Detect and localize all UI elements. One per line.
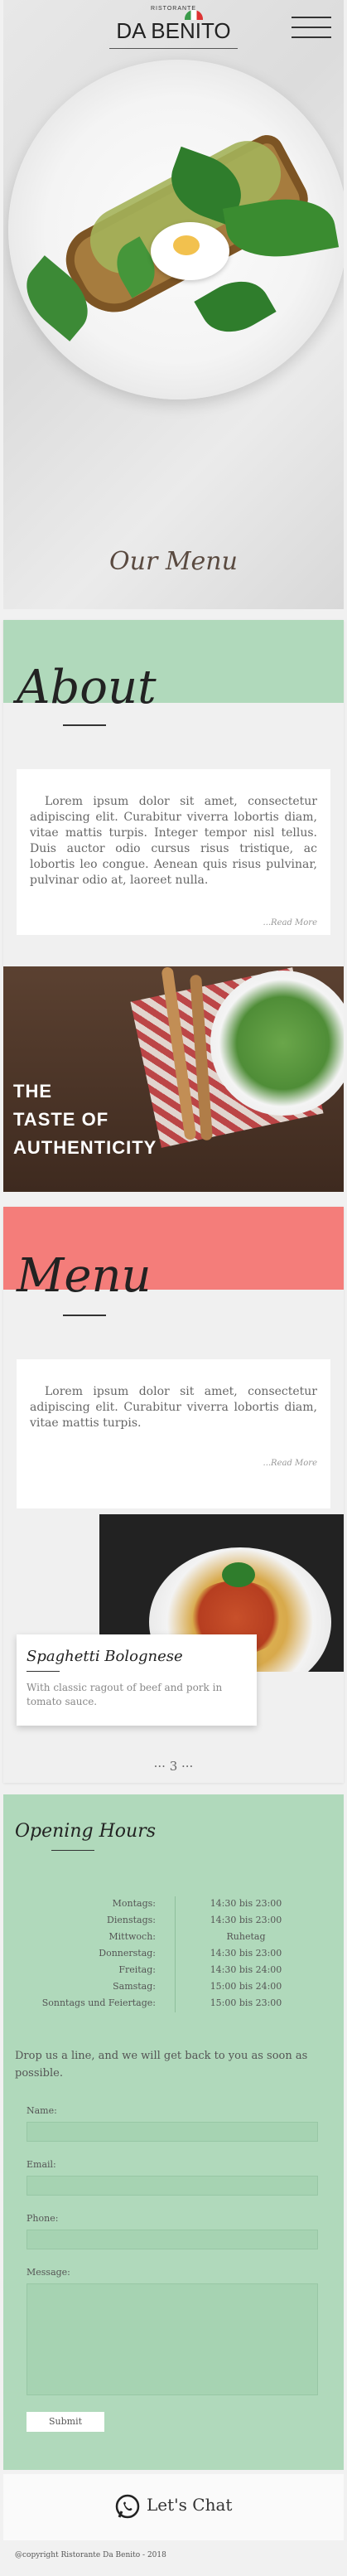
menu-title: Menu — [17, 1249, 152, 1303]
message-textarea[interactable] — [27, 2283, 318, 2395]
menu-text: Lorem ipsum dolor sit amet, consectetur … — [30, 1385, 317, 1430]
hours-time: Ruhetag — [226, 1931, 266, 1942]
dish-card[interactable]: Spaghetti Bolognese With classic ragout … — [17, 1634, 257, 1726]
about-title: About — [17, 661, 157, 714]
hours-time: 14:30 bis 24:00 — [210, 1964, 282, 1975]
phone-input[interactable] — [27, 2230, 318, 2249]
hours-day: Dienstags: — [107, 1915, 156, 1925]
hours-time: 15:00 bis 24:00 — [210, 1981, 282, 1992]
page: RISTORANTE DA BENITO Our Menu About Lore… — [0, 0, 347, 2576]
opening-hours-title: Opening Hours — [15, 1821, 156, 1842]
hours-time: 14:30 bis 23:00 — [210, 1948, 282, 1959]
email-input[interactable] — [27, 2176, 318, 2196]
hero-title: Our Menu — [109, 547, 238, 576]
menu-pager[interactable]: ··· 3 ··· — [0, 1759, 347, 1774]
about-text-card: Lorem ipsum dolor sit amet, consectetur … — [17, 769, 330, 935]
menu-read-more-link[interactable]: ...Read More — [263, 1459, 317, 1468]
hours-time: 14:30 bis 23:00 — [210, 1915, 282, 1925]
submit-button[interactable]: Submit — [27, 2412, 104, 2432]
contact-intro: Drop us a line, and we will get back to … — [15, 2050, 308, 2080]
dish-name: Spaghetti Bolognese — [27, 1648, 183, 1665]
menu-text-card: Lorem ipsum dolor sit amet, consectetur … — [17, 1359, 330, 1508]
about-text: Lorem ipsum dolor sit amet, consectetur … — [30, 795, 317, 887]
hours-time: 15:00 bis 23:00 — [210, 1997, 282, 2008]
footer-copyright: @copyright Ristorante Da Benito - 2018 — [15, 2551, 166, 2559]
email-label: Email: — [27, 2159, 56, 2170]
dish-description: With classic ragout of beef and pork in … — [27, 1682, 223, 1707]
chat-label[interactable]: Let's Chat — [147, 2495, 232, 2515]
phone-label: Phone: — [27, 2213, 59, 2224]
hero-section — [3, 0, 344, 609]
hours-day: Samstag: — [113, 1981, 156, 1992]
hours-day: Sonntags und Feiertage: — [41, 1997, 156, 2008]
taste-heading: THE TASTE OF AUTHENTICITY — [13, 1081, 157, 1158]
hours-day: Freitag: — [118, 1964, 156, 1975]
message-label: Message: — [27, 2267, 70, 2278]
hours-day: Montags: — [112, 1898, 156, 1909]
hamburger-menu-icon[interactable] — [292, 17, 331, 41]
hours-time: 14:30 bis 23:00 — [210, 1898, 282, 1909]
about-read-more-link[interactable]: ...Read More — [263, 918, 317, 927]
name-input[interactable] — [27, 2122, 318, 2142]
whatsapp-icon[interactable] — [114, 2493, 141, 2520]
brand-small: RISTORANTE — [151, 6, 196, 12]
hours-day: Donnerstag: — [99, 1948, 156, 1959]
hours-day: Mittwoch: — [108, 1931, 156, 1942]
name-label: Name: — [27, 2105, 57, 2116]
